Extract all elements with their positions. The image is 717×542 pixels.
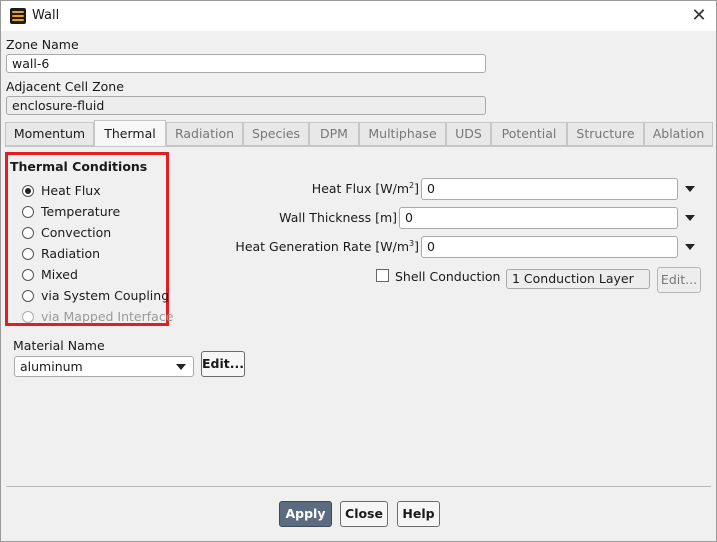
- radio-button-disabled: [22, 311, 34, 323]
- shell-edit-button: Edit...: [657, 267, 701, 293]
- wall-thickness-row: Wall Thickness [m]: [1, 210, 397, 228]
- heat-flux-label-text: Heat Flux [W/m: [311, 181, 410, 197]
- heat-gen-label-text: Heat Generation Rate [W/m: [235, 239, 410, 255]
- heat-generation-dropdown-icon[interactable]: [685, 244, 695, 250]
- heat-gen-bracket: ]: [414, 239, 419, 255]
- adjacent-cell-zone-label: Adjacent Cell Zone: [6, 79, 124, 94]
- tab-ablation[interactable]: Ablation: [644, 122, 713, 146]
- material-name-label: Material Name: [13, 338, 105, 353]
- heat-flux-row: Heat Flux [W/m2]: [1, 181, 419, 199]
- radio-label: via Mapped Interface: [41, 309, 174, 324]
- window-title: Wall: [32, 8, 60, 23]
- adjacent-cell-zone-field: enclosure-fluid: [6, 96, 486, 115]
- heat-generation-input[interactable]: 0: [421, 236, 678, 258]
- heat-flux-bracket: ]: [414, 181, 419, 197]
- app-icon: [10, 8, 26, 24]
- tab-panel-border: [5, 146, 713, 147]
- tab-potential[interactable]: Potential: [491, 122, 567, 146]
- wall-dialog: Wall ✕ Zone Name wall-6 Adjacent Cell Zo…: [0, 0, 717, 542]
- radio-button[interactable]: [22, 269, 34, 281]
- heat-flux-label: Heat Flux [W/m2]: [312, 181, 419, 196]
- close-icon[interactable]: ✕: [688, 5, 710, 27]
- help-button[interactable]: Help: [397, 501, 440, 527]
- shell-conduction-checkbox[interactable]: [376, 269, 389, 282]
- tab-thermal[interactable]: Thermal: [94, 120, 166, 146]
- apply-button[interactable]: Apply: [279, 501, 332, 527]
- material-edit-button[interactable]: Edit...: [201, 351, 245, 377]
- radio-button[interactable]: [22, 290, 34, 302]
- zone-name-label: Zone Name: [6, 37, 79, 52]
- tab-species[interactable]: Species: [243, 122, 309, 146]
- wall-thickness-dropdown-icon[interactable]: [685, 215, 695, 221]
- shell-conduction-label: Shell Conduction: [395, 269, 501, 284]
- wall-thickness-label: Wall Thickness [m]: [279, 210, 397, 225]
- tab-bar: Momentum Thermal Radiation Species DPM M…: [5, 120, 713, 146]
- heat-generation-label: Heat Generation Rate [W/m3]: [235, 239, 419, 254]
- tab-structure[interactable]: Structure: [567, 122, 644, 146]
- radio-label: Mixed: [41, 267, 78, 282]
- zone-name-input[interactable]: wall-6: [6, 54, 486, 73]
- heat-flux-dropdown-icon[interactable]: [685, 186, 695, 192]
- conduction-layers-field: 1 Conduction Layer: [506, 269, 650, 289]
- thermal-conditions-title: Thermal Conditions: [10, 159, 148, 174]
- wall-thickness-input[interactable]: 0: [399, 207, 678, 229]
- heat-flux-input[interactable]: 0: [421, 178, 678, 200]
- radio-button[interactable]: [22, 227, 34, 239]
- tab-radiation[interactable]: Radiation: [166, 122, 243, 146]
- radio-label: via System Coupling: [41, 288, 170, 303]
- title-bar: Wall ✕: [1, 1, 716, 31]
- material-value: aluminum: [20, 359, 83, 374]
- tab-momentum[interactable]: Momentum: [5, 122, 94, 146]
- material-select[interactable]: aluminum: [14, 356, 194, 377]
- heat-generation-row: Heat Generation Rate [W/m3]: [1, 239, 419, 257]
- footer-divider: [6, 486, 711, 487]
- close-button[interactable]: Close: [340, 501, 388, 527]
- chevron-down-icon: [176, 364, 186, 370]
- tab-dpm[interactable]: DPM: [309, 122, 359, 146]
- tab-multiphase[interactable]: Multiphase: [359, 122, 446, 146]
- tab-uds[interactable]: UDS: [446, 122, 491, 146]
